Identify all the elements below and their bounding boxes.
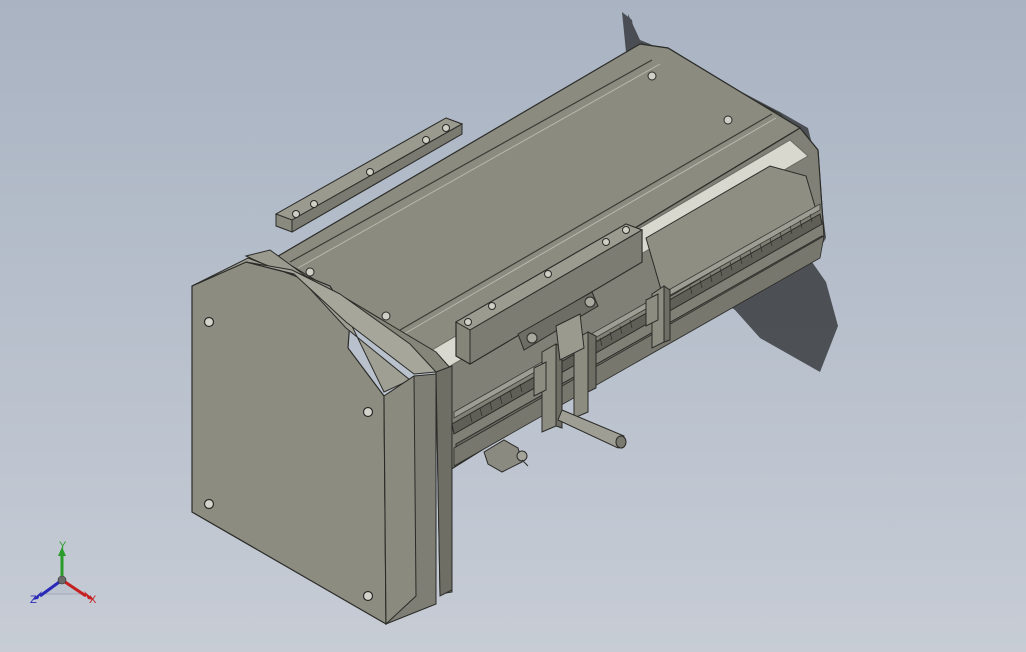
z-axis-label: Z	[30, 594, 37, 606]
linear-module-model[interactable]	[0, 0, 1026, 652]
orientation-triad[interactable]: Y X Z	[22, 538, 112, 614]
x-axis-label: X	[89, 594, 97, 606]
graphics-viewport[interactable]: Y X Z	[0, 0, 1026, 652]
handle-rod	[557, 409, 627, 449]
y-axis-label: Y	[59, 540, 67, 552]
